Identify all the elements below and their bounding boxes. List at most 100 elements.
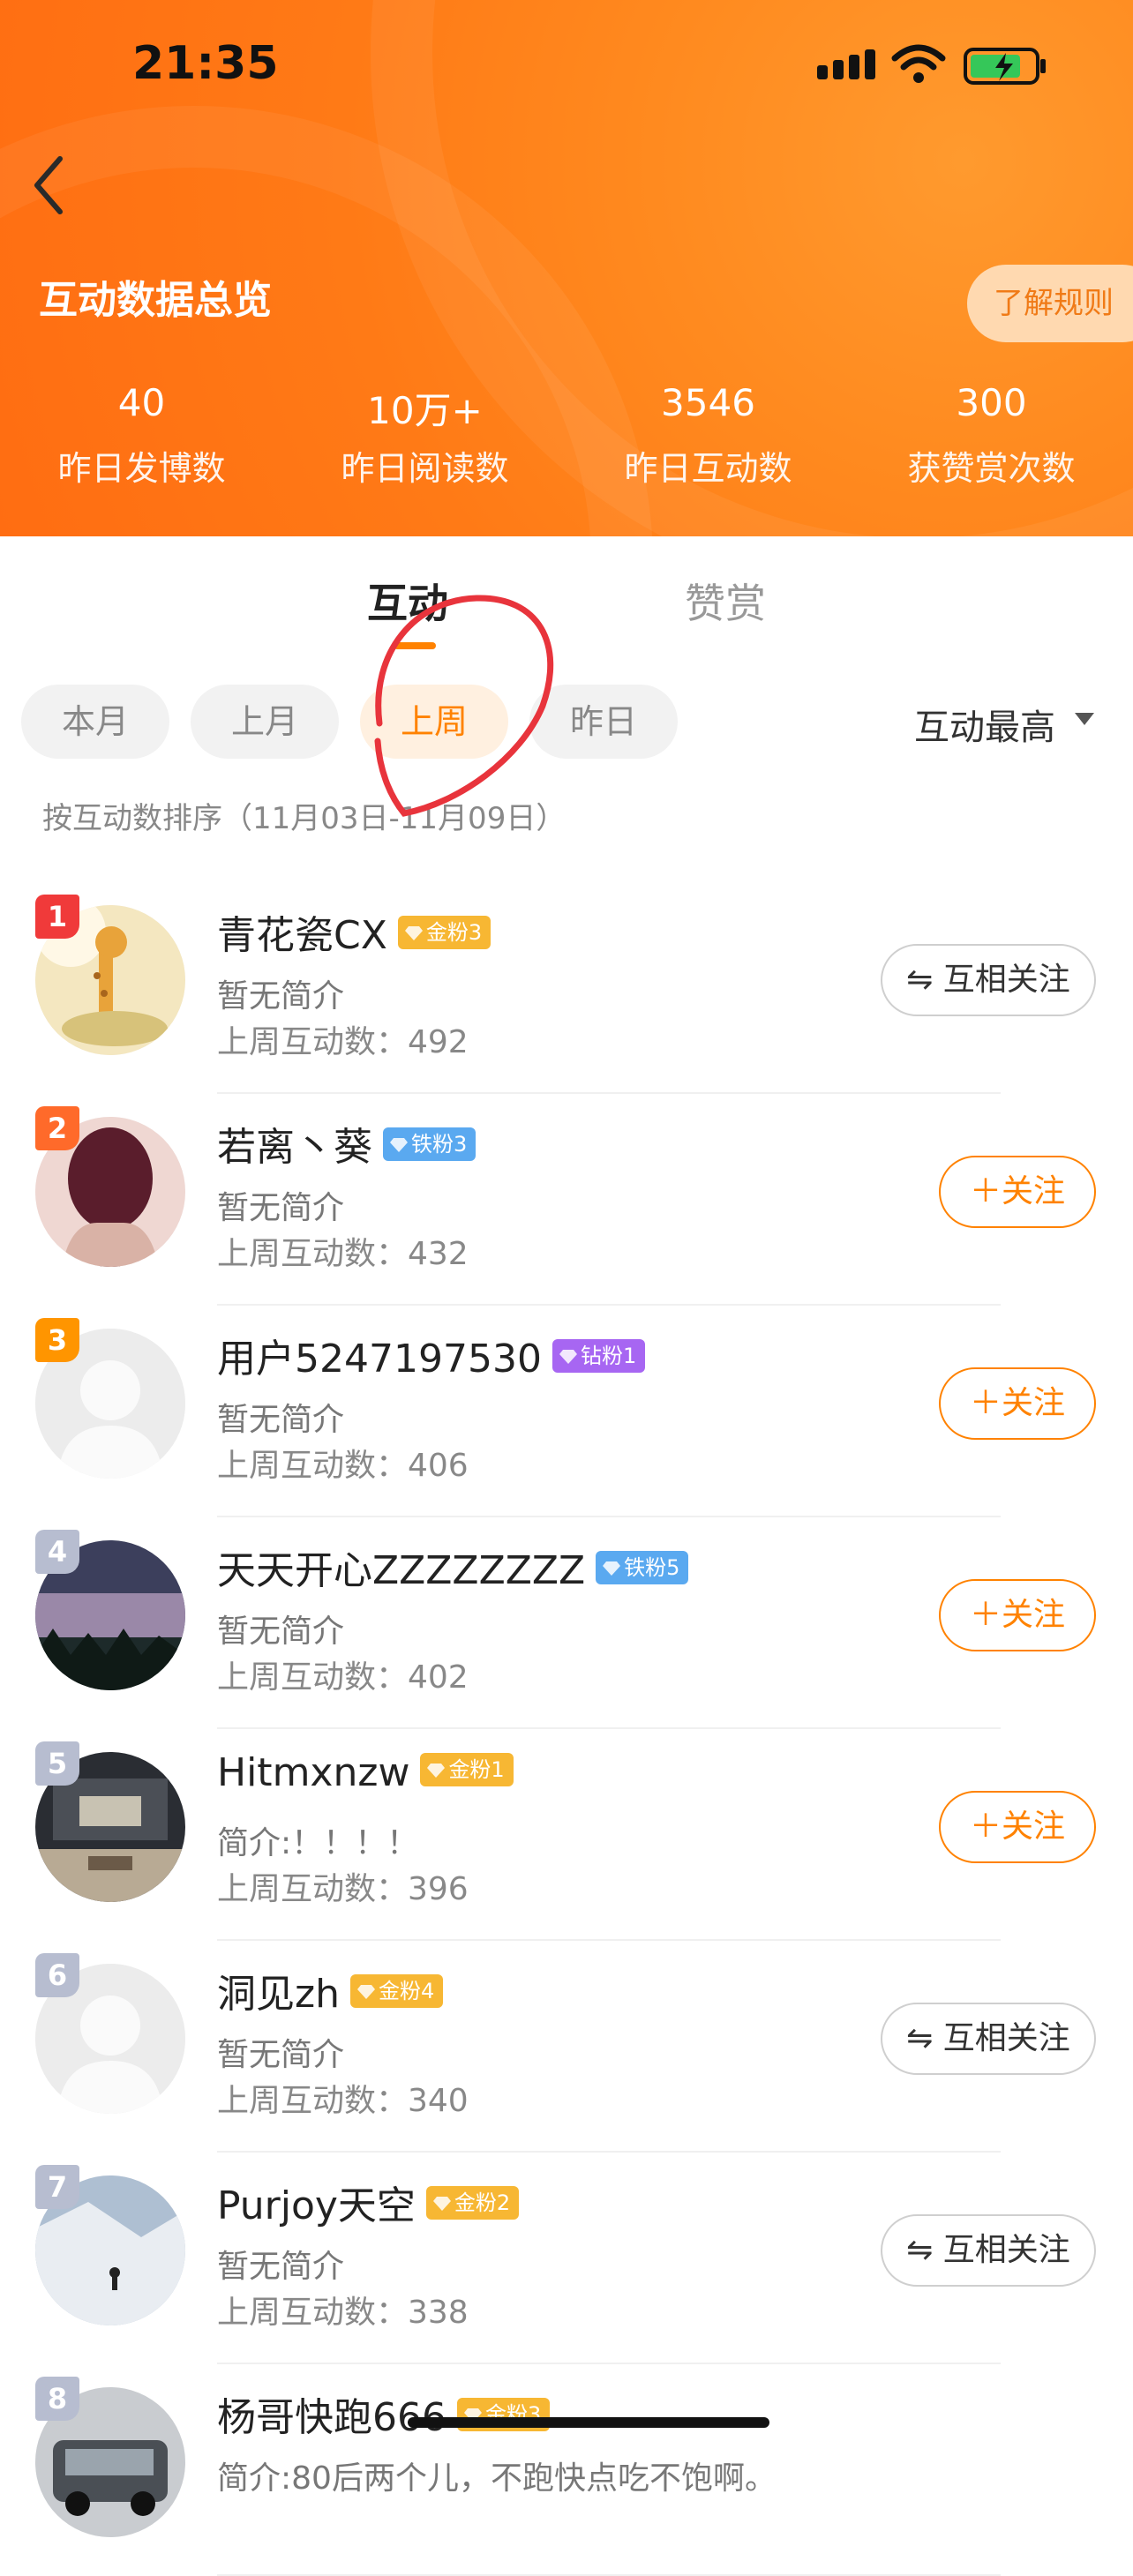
fan-level-text: 金粉4	[378, 1979, 435, 2003]
user-name[interactable]: Purjoy天空 金粉2	[217, 2174, 520, 2230]
rank-badge: 8	[35, 2377, 79, 2421]
stat-value: 3546	[661, 381, 755, 424]
user-bio: 暂无简介	[217, 1402, 345, 1438]
list-item[interactable]: 6 洞见zh 金粉4 暂无简介 上周互动数：340 ⇋ 互相关注	[0, 1941, 1133, 2153]
interaction-count: 上周互动数：338	[217, 2295, 469, 2331]
user-name[interactable]: 若离丶葵 铁粉3	[217, 1115, 476, 1172]
list-item[interactable]: 8 杨哥快跑666 金粉3 简介:80后两个儿，不跑快点吃不饱啊。	[0, 2364, 1133, 2576]
fan-level-badge: 铁粉3	[383, 1127, 476, 1161]
stat-value: 10万+	[367, 389, 483, 432]
user-name-text[interactable]: Purjoy天空	[217, 2183, 416, 2228]
stat-label: 昨日发博数	[57, 449, 226, 488]
fan-level-badge: 金粉4	[349, 1974, 444, 2008]
mutual-follow-button[interactable]: ⇋ 互相关注	[881, 944, 1096, 1016]
fan-level-badge: 金粉3	[397, 916, 491, 949]
list-item[interactable]: 3 用户5247197530 钻粉1 暂无简介 上周互动数：406 ＋关注	[0, 1306, 1133, 1517]
user-name[interactable]: 洞见zh 金粉4	[217, 1962, 444, 2018]
rank-badge: 4	[35, 1530, 79, 1574]
user-name[interactable]: 天天开心ZZZZZZZZ 铁粉5	[217, 1539, 689, 1595]
stat-label: 获赞赏次数	[907, 449, 1076, 488]
stat-value: 300	[956, 381, 1027, 424]
header-banner: 21:35 互动数据总览 了解规则 40 昨日发博数 10万+ 昨日阅读数 35…	[0, 0, 1133, 536]
fan-level-text: 钻粉1	[580, 1344, 637, 1368]
user-bio: 简介:80后两个儿，不跑快点吃不饱啊。	[217, 2460, 777, 2497]
dropdown-caret-icon[interactable]	[1075, 713, 1094, 725]
user-bio: 暂无简介	[217, 1190, 345, 1226]
sort-dropdown[interactable]: 互动最高	[914, 699, 1055, 750]
rank-badge: 2	[35, 1106, 79, 1150]
rank-badge: 1	[35, 895, 79, 939]
user-name-text[interactable]: Hitmxnzw	[217, 1750, 409, 1795]
user-bio: 暂无简介	[217, 2037, 345, 2073]
interaction-count: 上周互动数：396	[217, 1871, 469, 1907]
fan-level-badge: 金粉2	[425, 2186, 520, 2220]
user-bio: 暂无简介	[217, 1614, 345, 1650]
stat-label: 昨日互动数	[624, 449, 792, 488]
cellular-signal-icon	[817, 49, 875, 79]
user-name[interactable]: 杨哥快跑666 金粉3	[217, 2385, 551, 2442]
tab-active-indicator	[394, 642, 436, 649]
user-name[interactable]: 青花瓷CX 金粉3	[217, 903, 491, 960]
home-indicator	[408, 2417, 769, 2428]
back-arrow-icon[interactable]	[26, 150, 71, 221]
mutual-follow-button[interactable]: ⇋ 互相关注	[881, 2214, 1096, 2287]
user-name[interactable]: Hitmxnzw 金粉1	[217, 1750, 514, 1795]
rules-button[interactable]: 了解规则	[967, 265, 1133, 342]
list-item[interactable]: 5 Hitmxnzw 金粉1 简介:！！！！ 上周互动数：396 ＋关注	[0, 1729, 1133, 1941]
wifi-icon	[891, 44, 946, 83]
user-name[interactable]: 用户5247197530 钻粉1	[217, 1327, 646, 1383]
sort-caption: 按互动数排序（11月03日-11月09日）	[42, 801, 566, 836]
fan-level-text: 铁粉5	[624, 1555, 680, 1580]
gem-icon	[390, 1138, 408, 1152]
rank-badge: 5	[35, 1741, 79, 1786]
battery-icon	[964, 48, 1046, 85]
gem-icon	[404, 926, 423, 940]
follow-button[interactable]: ＋关注	[939, 1156, 1096, 1228]
list-item[interactable]: 2 若离丶葵 铁粉3 暂无简介 上周互动数：432 ＋关注	[0, 1094, 1133, 1306]
interaction-count: 上周互动数：406	[217, 1448, 469, 1484]
fan-level-text: 金粉2	[454, 2190, 511, 2215]
fan-level-badge: 钻粉1	[551, 1339, 646, 1373]
stat-value: 40	[117, 381, 166, 424]
follow-button[interactable]: ＋关注	[939, 1367, 1096, 1440]
tab-reward[interactable]: 赞赏	[685, 572, 766, 630]
gem-icon	[432, 2197, 451, 2211]
interaction-count: 上周互动数：492	[217, 1024, 469, 1060]
gem-icon	[559, 1350, 577, 1364]
user-name-text[interactable]: 青花瓷CX	[217, 913, 387, 958]
fan-level-badge: 铁粉5	[596, 1551, 689, 1584]
stat-label: 昨日阅读数	[341, 449, 509, 488]
gem-icon	[356, 1985, 375, 1999]
fan-level-text: 铁粉3	[411, 1132, 468, 1157]
filter-last-week[interactable]: 上周	[360, 685, 508, 759]
rank-badge: 3	[35, 1318, 79, 1362]
stat-interactions: 3546 昨日互动数	[566, 381, 850, 490]
follow-button[interactable]: ＋关注	[939, 1791, 1096, 1863]
list-item[interactable]: 1 青花瓷CX 金粉3 暂无简介 上周互动数：492 ⇋ 互相关注	[0, 882, 1133, 1094]
interaction-count: 上周互动数：340	[217, 2083, 469, 2119]
user-name-text[interactable]: 若离丶葵	[217, 1125, 372, 1170]
user-name-text[interactable]: 天天开心ZZZZZZZZ	[217, 1548, 585, 1593]
interaction-count: 上周互动数：402	[217, 1659, 469, 1696]
filter-this-month[interactable]: 本月	[21, 685, 169, 759]
tab-interaction[interactable]: 互动	[367, 572, 448, 630]
gem-icon	[427, 1764, 446, 1778]
stat-reads: 10万+ 昨日阅读数	[283, 381, 566, 490]
filter-yesterday[interactable]: 昨日	[529, 685, 678, 759]
page-title: 互动数据总览	[39, 278, 272, 323]
fan-level-text: 金粉3	[425, 920, 483, 945]
mutual-follow-button[interactable]: ⇋ 互相关注	[881, 2003, 1096, 2075]
rank-badge: 7	[35, 2165, 79, 2209]
follow-button[interactable]: ＋关注	[939, 1579, 1096, 1651]
fan-level-text: 金粉1	[448, 1757, 505, 1782]
user-bio: 暂无简介	[217, 2249, 345, 2285]
list-item[interactable]: 7 Purjoy天空 金粉2 暂无简介 上周互动数：338 ⇋ 互相关注	[0, 2153, 1133, 2364]
stat-rewards: 300 获赞赏次数	[850, 381, 1133, 490]
user-name-text[interactable]: 洞见zh	[217, 1972, 340, 2017]
filter-last-month[interactable]: 上月	[191, 685, 339, 759]
status-time: 21:35	[132, 37, 279, 90]
rank-badge: 6	[35, 1953, 79, 1997]
user-name-text[interactable]: 用户5247197530	[217, 1337, 542, 1382]
user-bio: 暂无简介	[217, 978, 345, 1015]
list-item[interactable]: 4 天天开心ZZZZZZZZ 铁粉5 暂无简介 上周互动数：402 ＋关注	[0, 1517, 1133, 1729]
